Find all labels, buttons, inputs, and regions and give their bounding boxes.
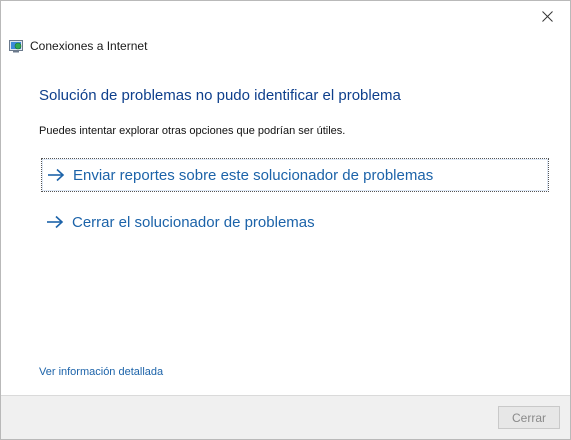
option-label: Cerrar el solucionador de problemas [72,213,315,231]
page-heading: Solución de problemas no pudo identifica… [39,87,401,104]
network-troubleshooter-icon [9,39,23,53]
view-details-link[interactable]: Ver información detallada [39,366,163,378]
close-icon [541,10,553,22]
window-title: Conexiones a Internet [30,39,148,53]
window-titlebar: Conexiones a Internet [9,38,147,54]
close-button[interactable] [530,3,564,29]
instruction-text: Puedes intentar explorar otras opciones … [39,125,346,137]
dialog-footer: Cerrar [1,395,570,439]
close-dialog-button[interactable]: Cerrar [498,406,560,429]
arrow-right-icon [48,168,65,182]
option-send-reports[interactable]: Enviar reportes sobre este solucionador … [41,158,549,192]
troubleshooter-window: Conexiones a Internet Solución de proble… [0,0,571,440]
option-close-troubleshooter[interactable]: Cerrar el solucionador de problemas [41,205,549,239]
option-label: Enviar reportes sobre este solucionador … [73,166,434,184]
arrow-right-icon [47,215,64,229]
